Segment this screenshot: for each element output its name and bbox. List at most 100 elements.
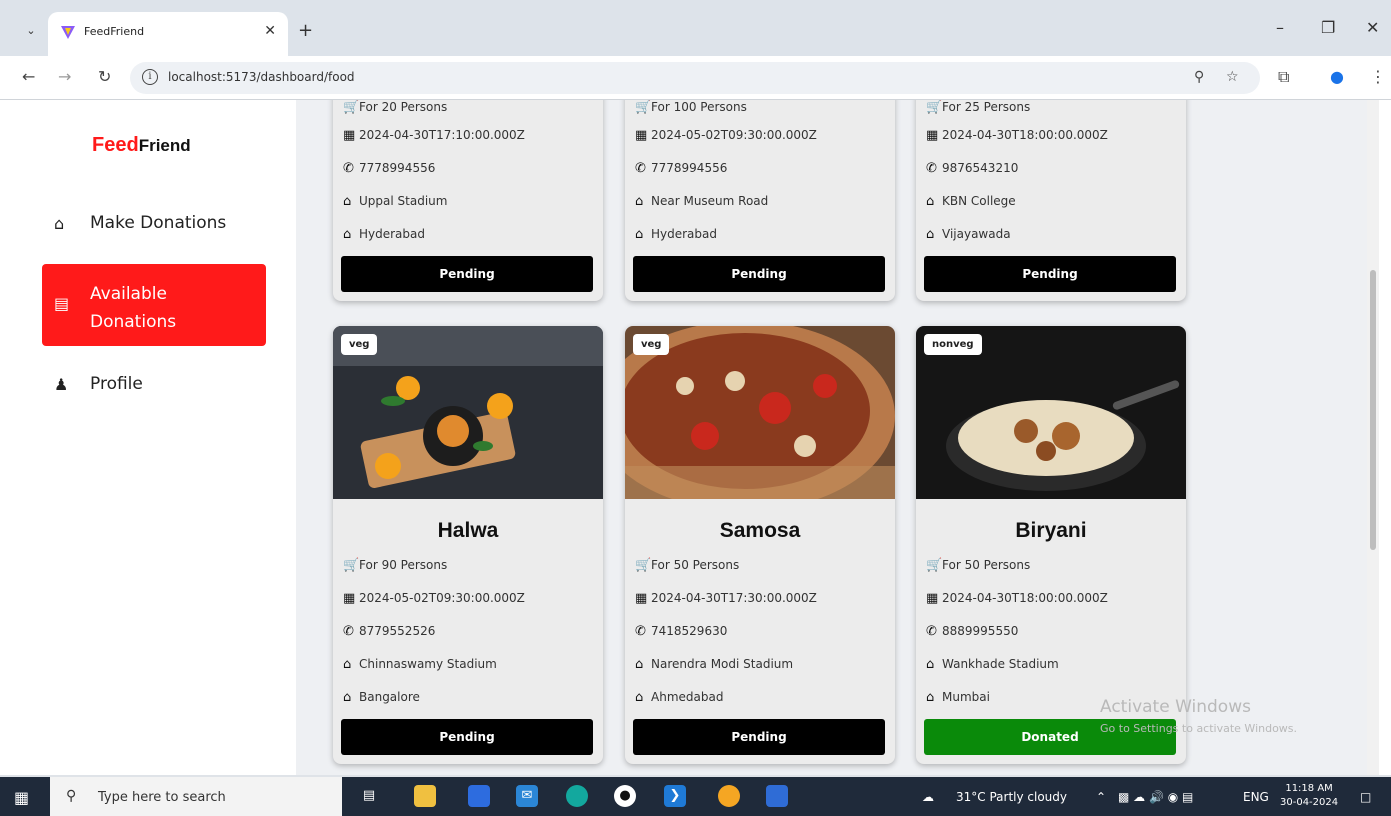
food-type-badge: veg bbox=[633, 334, 670, 355]
home-icon: ⌂ bbox=[635, 194, 644, 209]
status-button[interactable]: Pending bbox=[633, 256, 885, 292]
file-explorer-icon[interactable] bbox=[414, 785, 436, 807]
photos-icon[interactable] bbox=[766, 785, 788, 807]
phone-icon: ✆ bbox=[635, 161, 646, 176]
address-text: Chinnaswamy Stadium bbox=[359, 657, 497, 671]
date-text: 2024-05-02T09:30:00.000Z bbox=[651, 128, 817, 142]
city-text: Hyderabad bbox=[359, 227, 425, 241]
status-button[interactable]: Pending bbox=[341, 719, 593, 755]
brand-logo[interactable]: FeedFriend bbox=[92, 134, 191, 157]
date-row: ▦ 2024-04-30T18:00:00.000Z bbox=[926, 591, 1108, 606]
mail-icon[interactable]: ✉ bbox=[516, 785, 538, 807]
city-text: Mumbai bbox=[942, 690, 990, 704]
browser-tab-bar: ⌄ FeedFriend ✕ + – ❐ ✕ bbox=[0, 0, 1391, 60]
home-icon: ⌂ bbox=[926, 690, 935, 705]
persons-row: 🛒For 50 Persons bbox=[635, 558, 739, 573]
city-text: Ahmedabad bbox=[651, 690, 724, 704]
new-tab-icon[interactable]: + bbox=[298, 20, 313, 41]
phone-row: ✆ 9876543210 bbox=[926, 161, 1018, 176]
tray-icons[interactable]: ▩ ☁ 🔊 ◉ ▤ bbox=[1118, 790, 1193, 804]
phone-icon: ✆ bbox=[343, 624, 354, 639]
vscode-icon[interactable]: ❯ bbox=[664, 785, 686, 807]
status-button[interactable]: Pending bbox=[633, 719, 885, 755]
bookmark-star-icon[interactable]: ☆ bbox=[1226, 69, 1239, 85]
address-row: ⌂ Chinnaswamy Stadium bbox=[343, 657, 497, 672]
persons-text: For 25 Persons bbox=[942, 100, 1031, 114]
zoom-icon[interactable]: ⚲ bbox=[1194, 69, 1204, 85]
weather-text[interactable]: 31°C Partly cloudy bbox=[956, 790, 1067, 804]
sidebar-item-available-donations[interactable]: ▤ Available Donations bbox=[42, 264, 266, 346]
food-title: Samosa bbox=[719, 519, 801, 542]
extensions-icon[interactable]: ⧉ bbox=[1278, 67, 1289, 87]
close-window-icon[interactable]: ✕ bbox=[1366, 18, 1379, 37]
food-title: Biryani bbox=[1015, 519, 1087, 542]
edge-icon[interactable] bbox=[566, 785, 588, 807]
home-icon: ⌂ bbox=[343, 690, 352, 705]
cart-icon: 🛒 bbox=[926, 100, 943, 115]
home-icon: ⌂ bbox=[926, 657, 935, 672]
persons-row: 🛒For 100 Persons bbox=[635, 100, 747, 115]
sidebar-item-label: Make Donations bbox=[90, 213, 227, 233]
address-row: ⌂ Wankhade Stadium bbox=[926, 657, 1059, 672]
date-text: 2024-04-30T18:00:00.000Z bbox=[942, 128, 1108, 142]
tray-chevron-icon[interactable]: ⌃ bbox=[1096, 790, 1106, 804]
url-input[interactable]: i localhost:5173/dashboard/food ⚲ ☆ bbox=[130, 62, 1260, 94]
phone-text: 9876543210 bbox=[942, 161, 1019, 175]
phone-icon: ✆ bbox=[926, 624, 937, 639]
app-page: FeedFriend ⌂ Make Donations ▤ Available … bbox=[0, 100, 1391, 775]
cart-icon: 🛒 bbox=[343, 558, 360, 573]
minimize-icon[interactable]: – bbox=[1276, 18, 1284, 37]
cart-icon: 🛒 bbox=[926, 558, 943, 573]
taskbar-clock[interactable]: 11:18 AM 30-04-2024 bbox=[1280, 782, 1338, 810]
food-type-badge: veg bbox=[341, 334, 378, 355]
calendar-icon: ▦ bbox=[635, 591, 648, 606]
notifications-icon[interactable]: □ bbox=[1360, 790, 1371, 804]
vertical-scrollbar[interactable] bbox=[1367, 100, 1379, 775]
task-view-icon[interactable]: ▤ bbox=[358, 785, 380, 807]
sidebar-item-make-donations[interactable]: ⌂ Make Donations bbox=[42, 204, 266, 244]
home-icon: ⌂ bbox=[54, 214, 65, 233]
phone-text: 7778994556 bbox=[359, 161, 436, 175]
windows-start-icon[interactable]: ▦ bbox=[14, 788, 29, 807]
taskbar-search-box[interactable]: ⚲ Type here to search bbox=[50, 777, 342, 816]
home-icon: ⌂ bbox=[343, 227, 352, 242]
browser-tab[interactable]: FeedFriend ✕ bbox=[48, 12, 288, 56]
url-text[interactable]: localhost:5173/dashboard/food bbox=[168, 70, 355, 84]
phone-text: 7418529630 bbox=[651, 624, 728, 638]
scrollbar-thumb[interactable] bbox=[1370, 270, 1376, 550]
tab-close-icon[interactable]: ✕ bbox=[264, 23, 276, 39]
tab-search-chevron-icon[interactable]: ⌄ bbox=[22, 22, 40, 40]
list-icon: ▤ bbox=[54, 294, 70, 313]
site-info-icon[interactable]: i bbox=[142, 69, 158, 85]
city-row: ⌂ Hyderabad bbox=[343, 227, 425, 242]
profile-avatar-icon[interactable]: ● bbox=[1330, 67, 1344, 86]
language-indicator[interactable]: ENG bbox=[1243, 790, 1269, 804]
address-row: ⌂ Uppal Stadium bbox=[343, 194, 447, 209]
status-button[interactable]: Pending bbox=[341, 256, 593, 292]
menu-kebab-icon[interactable]: ⋮ bbox=[1370, 67, 1386, 86]
phone-row: ✆ 8779552526 bbox=[343, 624, 435, 639]
home-icon: ⌂ bbox=[926, 227, 935, 242]
back-icon[interactable]: ← bbox=[22, 67, 35, 86]
reload-icon[interactable]: ↻ bbox=[98, 67, 111, 86]
home-icon: ⌂ bbox=[926, 194, 935, 209]
chrome-icon[interactable] bbox=[718, 785, 740, 807]
store-icon[interactable] bbox=[468, 785, 490, 807]
city-text: Vijayawada bbox=[942, 227, 1011, 241]
date-row: ▦ 2024-05-02T09:30:00.000Z bbox=[343, 591, 525, 606]
address-row: ⌂ KBN College bbox=[926, 194, 1016, 209]
weather-icon[interactable]: ☁ bbox=[922, 790, 934, 804]
phone-icon: ✆ bbox=[926, 161, 937, 176]
clock-date: 30-04-2024 bbox=[1280, 797, 1339, 808]
city-text: Bangalore bbox=[359, 690, 420, 704]
home-icon: ⌂ bbox=[343, 657, 352, 672]
persons-row: 🛒For 20 Persons bbox=[343, 100, 447, 115]
phone-row: ✆ 8889995550 bbox=[926, 624, 1018, 639]
sidebar-item-profile[interactable]: ♟ Profile bbox=[42, 365, 266, 405]
address-row: ⌂ Narendra Modi Stadium bbox=[635, 657, 793, 672]
status-button[interactable]: Pending bbox=[924, 256, 1176, 292]
forward-icon[interactable]: → bbox=[58, 67, 71, 86]
phone-row: ✆ 7418529630 bbox=[635, 624, 727, 639]
browser-app-icon[interactable]: ● bbox=[614, 785, 636, 807]
restore-icon[interactable]: ❐ bbox=[1321, 18, 1335, 37]
